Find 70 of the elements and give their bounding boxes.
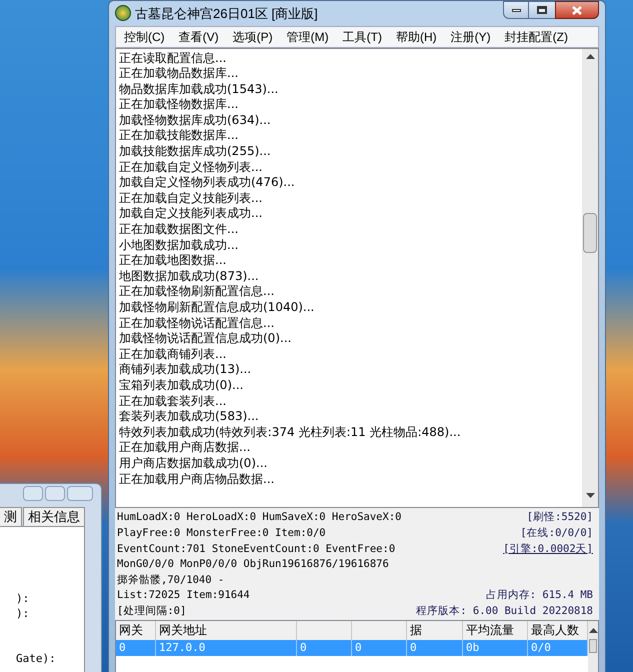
status-text: [刷怪:5520] <box>526 510 594 526</box>
log-line: 特效列表加载成功(特效列表:374 光柱列表:11 光柱物品:488)... <box>119 424 462 440</box>
log-line: 正在加载自定义怪物列表... <box>119 160 264 176</box>
label-text: ): <box>15 606 30 621</box>
table-cell: 127.0.0 <box>156 640 297 656</box>
label-text: ): <box>15 591 30 606</box>
log-line: 正在加载自定义技能列表... <box>119 190 264 206</box>
table-cell: 0 <box>297 640 352 656</box>
log-line: 物品数据库加载成功(1543)... <box>119 82 280 98</box>
table-cell: 0 <box>407 640 463 656</box>
log-line: 加载怪物说话配置信息成功(0)... <box>119 331 292 347</box>
log-line: 正在加载商铺列表... <box>119 346 228 362</box>
log-line: 加载怪物数据库成功(634)... <box>119 112 272 128</box>
menu-item[interactable]: 控制(C) <box>124 28 165 46</box>
status-text: EventCount:701 StoneEventCount:0 EventFree:0 <box>117 542 396 557</box>
scrollbar[interactable] <box>582 48 598 508</box>
log-line: 用户商店数据加载成功(0)... <box>119 456 268 472</box>
log-line: 地图数据加载成功(873)... <box>119 268 260 284</box>
log-line: 正在加载地图数据... <box>119 253 228 269</box>
window-title: 古墓昆仑神宫26日01区 [商业版] <box>135 4 318 23</box>
menu-item[interactable]: 注册(Y) <box>450 28 491 46</box>
status-text: 程序版本: 6.00 Build 20220818 <box>416 604 594 620</box>
maximize-icon <box>537 6 547 14</box>
log-line: 套装列表加载成功(583)... <box>119 409 260 425</box>
log-line: 商铺列表加载成功(13)... <box>119 362 252 378</box>
table-cell: 0b <box>463 640 528 656</box>
status-text: [处理间隔:0] <box>117 604 186 620</box>
log-line: 正在读取配置信息... <box>119 50 228 66</box>
log-line: 加载怪物刷新配置信息成功(1040)... <box>119 300 316 316</box>
menu-item[interactable]: 帮助(H) <box>396 28 437 46</box>
scroll-thumb[interactable] <box>583 212 597 253</box>
close-icon <box>572 6 582 14</box>
log-line: 加载自定义怪物列表成功(476)... <box>119 175 296 191</box>
scroll-up-arrow-icon <box>588 626 598 633</box>
menu-item[interactable]: 选项(P) <box>232 28 273 46</box>
log-line: 正在加载技能数据库... <box>119 128 240 144</box>
status-text: List:72025 Item:91644 <box>117 588 250 604</box>
menu-item[interactable]: 查看(V) <box>178 28 219 46</box>
status-text: 掷斧骷髅,70/1040 - <box>117 572 224 588</box>
tab[interactable]: 相关信息 <box>23 507 85 526</box>
minimize-icon <box>512 8 520 12</box>
log-line: 正在加载怪物刷新配置信息... <box>119 284 276 300</box>
log-line: 宝箱列表加载成功(0)... <box>119 378 244 394</box>
log-line: 正在加载用户商店物品数据... <box>119 472 276 488</box>
scrollbar[interactable] <box>588 620 598 672</box>
status-text: HumLoadX:0 HeroLoadX:0 HumSaveX:0 HeroSaveX:0 <box>117 510 402 526</box>
label-text: Gate): <box>15 651 57 666</box>
log-line: 正在加载数据图文件... <box>119 222 240 238</box>
log-line: 加载自定义技能列表成功... <box>119 206 264 222</box>
scroll-thumb[interactable] <box>589 638 597 653</box>
menu-item[interactable]: 封挂配置(Z) <box>504 28 568 46</box>
log-line: 正在加载套装列表... <box>119 394 228 410</box>
table-cell: 0 <box>116 640 156 656</box>
app-icon <box>115 5 131 22</box>
scroll-down-arrow-icon <box>586 493 594 500</box>
log-line: 正在加载怪物数据库... <box>119 97 240 113</box>
status-text: PlayFree:0 MonsterFree:0 Item:0/0 <box>117 526 326 542</box>
status-text: [引擎:0.0002天] <box>503 542 594 557</box>
status-text: 占用内存: 615.4 MB <box>486 588 594 604</box>
menu-item[interactable]: 工具(T) <box>342 28 382 46</box>
status-text: [在线:0/0/0] <box>520 526 594 542</box>
log-line: 正在加载怪物说话配置信息... <box>119 316 276 332</box>
log-line: 小地图数据加载成功... <box>119 238 240 254</box>
log-line: 加载技能数据库成功(255)... <box>119 144 272 160</box>
tab[interactable]: 测 <box>0 507 22 526</box>
log-line: 正在加载用户商店数据... <box>119 440 252 456</box>
table-cell: 0 <box>352 640 407 656</box>
log-line: 正在加载物品数据库... <box>119 66 240 82</box>
status-text: MonG0/0/0 MonP0/0/0 ObjRun19616876/19616876 <box>117 557 389 572</box>
menu-item[interactable]: 管理(M) <box>286 28 329 46</box>
